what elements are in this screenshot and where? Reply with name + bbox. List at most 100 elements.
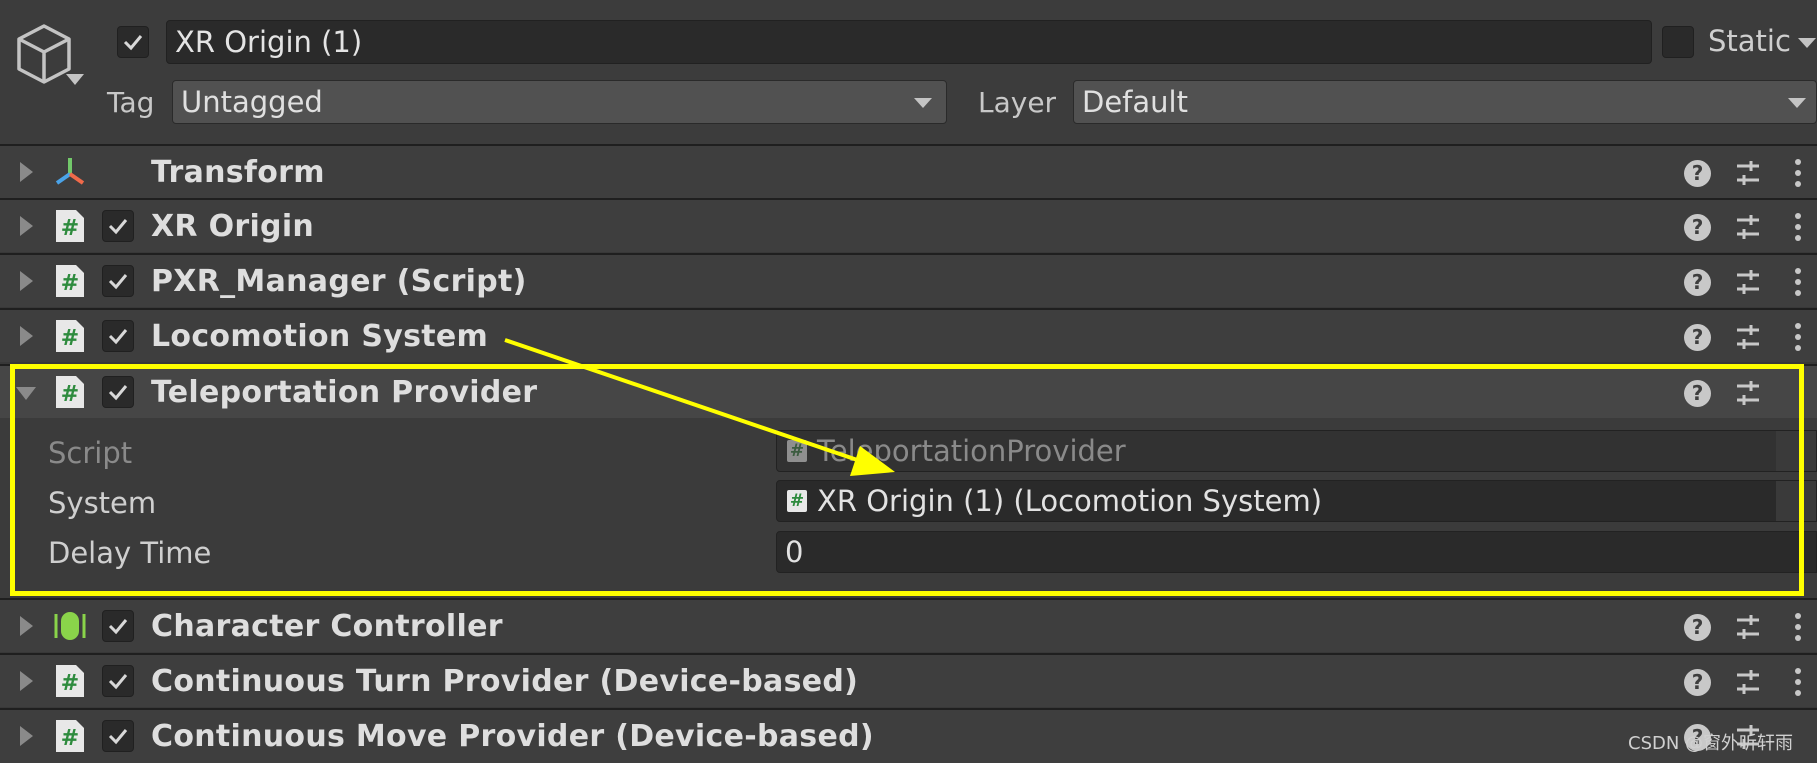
checkmark-icon <box>108 219 128 235</box>
fold-arrow-icon[interactable] <box>20 616 33 636</box>
script-icon: # <box>56 265 84 297</box>
tag-label: Tag <box>107 86 155 119</box>
checkmark-icon <box>108 385 128 401</box>
checkmark-icon <box>108 619 128 635</box>
chevron-down-icon <box>914 98 932 108</box>
help-icon[interactable]: ? <box>1684 380 1711 407</box>
script-value: TeleportationProvider <box>817 434 1126 468</box>
component-title: Continuous Turn Provider (Device-based) <box>151 664 859 699</box>
fold-arrow-icon[interactable] <box>20 326 33 346</box>
more-vert-icon[interactable] <box>1794 212 1802 242</box>
fold-arrow-expanded-icon[interactable] <box>16 387 36 400</box>
fold-arrow-icon[interactable] <box>20 671 33 691</box>
script-icon: # <box>56 665 84 697</box>
component-enabled-checkbox[interactable] <box>102 265 134 297</box>
component-enabled-checkbox[interactable] <box>102 320 134 352</box>
component-title: Continuous Move Provider (Device-based) <box>151 719 874 754</box>
component-enabled-checkbox[interactable] <box>102 376 134 408</box>
object-picker-icon <box>1776 431 1816 471</box>
presets-icon[interactable] <box>1735 212 1761 242</box>
component-header-pxr-manager[interactable]: # PXR_Manager (Script) ? <box>0 253 1817 307</box>
script-icon: # <box>56 320 84 352</box>
script-asset-icon: # <box>787 490 807 512</box>
tag-dropdown[interactable]: Untagged <box>172 80 947 124</box>
gameobject-active-checkbox[interactable] <box>117 26 149 58</box>
checkmark-icon <box>108 274 128 290</box>
more-vert-icon[interactable] <box>1794 667 1802 697</box>
more-vert-icon[interactable] <box>1794 612 1802 642</box>
help-icon[interactable]: ? <box>1684 214 1711 241</box>
help-icon[interactable]: ? <box>1684 269 1711 296</box>
fold-arrow-icon[interactable] <box>20 162 33 182</box>
component-title: Transform <box>151 155 325 190</box>
component-title: Locomotion System <box>151 319 489 354</box>
object-picker-icon[interactable] <box>1776 481 1816 521</box>
system-object-field[interactable]: # XR Origin (1) (Locomotion System) <box>776 480 1817 522</box>
delay-time-label: Delay Time <box>48 536 212 570</box>
layer-value: Default <box>1082 85 1188 119</box>
presets-icon[interactable] <box>1735 158 1761 188</box>
layer-label: Layer <box>978 86 1057 119</box>
static-label[interactable]: Static <box>1708 24 1791 58</box>
system-value: XR Origin (1) (Locomotion System) <box>817 484 1323 518</box>
component-title: XR Origin <box>151 209 315 244</box>
svg-text:#: # <box>61 726 79 751</box>
inspector-header: XR Origin (1) Static Tag Untagged Layer … <box>0 0 1817 144</box>
static-checkbox[interactable] <box>1662 26 1694 58</box>
component-title: PXR_Manager (Script) <box>151 264 527 299</box>
component-enabled-checkbox[interactable] <box>102 665 134 697</box>
help-icon[interactable]: ? <box>1684 669 1711 696</box>
component-header-continuous-move-provider[interactable]: # Continuous Move Provider (Device-based… <box>0 708 1817 763</box>
component-header-character-controller[interactable]: Character Controller ? <box>0 598 1817 652</box>
component-title: Teleportation Provider <box>151 375 538 410</box>
fold-arrow-icon[interactable] <box>20 216 33 236</box>
component-header-transform[interactable]: Transform ? <box>0 144 1817 198</box>
svg-text:#: # <box>61 382 79 407</box>
svg-text:#: # <box>61 271 79 296</box>
system-label: System <box>48 486 157 520</box>
svg-text:#: # <box>61 326 79 351</box>
more-vert-icon[interactable] <box>1794 267 1802 297</box>
checkmark-icon <box>108 674 128 690</box>
component-header-xr-origin[interactable]: # XR Origin ? <box>0 198 1817 252</box>
component-header-teleportation-provider[interactable]: # Teleportation Provider ? <box>0 364 1817 418</box>
component-title: Character Controller <box>151 609 503 644</box>
help-icon[interactable]: ? <box>1684 160 1711 187</box>
tag-value: Untagged <box>181 85 323 119</box>
more-vert-icon[interactable] <box>1794 322 1802 352</box>
script-icon: # <box>56 720 84 752</box>
character-controller-icon <box>54 612 86 640</box>
fold-arrow-icon[interactable] <box>20 271 33 291</box>
checkmark-icon <box>123 35 143 51</box>
svg-text:#: # <box>61 671 79 696</box>
presets-icon[interactable] <box>1735 612 1761 642</box>
checkmark-icon <box>108 729 128 745</box>
delay-time-input[interactable]: 0 <box>776 531 1817 573</box>
component-enabled-checkbox[interactable] <box>102 210 134 242</box>
help-icon[interactable]: ? <box>1684 614 1711 641</box>
watermark: CSDN @窗外听轩雨 <box>1628 733 1794 754</box>
presets-icon[interactable] <box>1735 378 1761 408</box>
presets-icon[interactable] <box>1735 322 1761 352</box>
checkmark-icon <box>108 329 128 345</box>
more-vert-icon[interactable] <box>1794 158 1802 188</box>
transform-icon <box>55 158 85 185</box>
component-enabled-checkbox[interactable] <box>102 610 134 642</box>
help-icon[interactable]: ? <box>1684 324 1711 351</box>
presets-icon[interactable] <box>1735 267 1761 297</box>
component-header-locomotion-system[interactable]: # Locomotion System ? <box>0 308 1817 362</box>
component-enabled-checkbox[interactable] <box>102 720 134 752</box>
chevron-down-icon <box>1788 98 1806 108</box>
static-dropdown-caret-icon[interactable] <box>1798 38 1816 48</box>
gameobject-name-input[interactable]: XR Origin (1) <box>166 20 1652 64</box>
fold-arrow-icon[interactable] <box>20 726 33 746</box>
icon-dropdown-caret-icon[interactable] <box>66 74 84 85</box>
layer-dropdown[interactable]: Default <box>1073 80 1817 124</box>
gameobject-cube-icon[interactable] <box>14 22 74 88</box>
component-header-continuous-turn-provider[interactable]: # Continuous Turn Provider (Device-based… <box>0 653 1817 707</box>
presets-icon[interactable] <box>1735 667 1761 697</box>
script-icon: # <box>56 210 84 242</box>
svg-text:#: # <box>61 216 79 241</box>
script-asset-icon: # <box>787 440 807 462</box>
script-icon: # <box>56 376 84 408</box>
